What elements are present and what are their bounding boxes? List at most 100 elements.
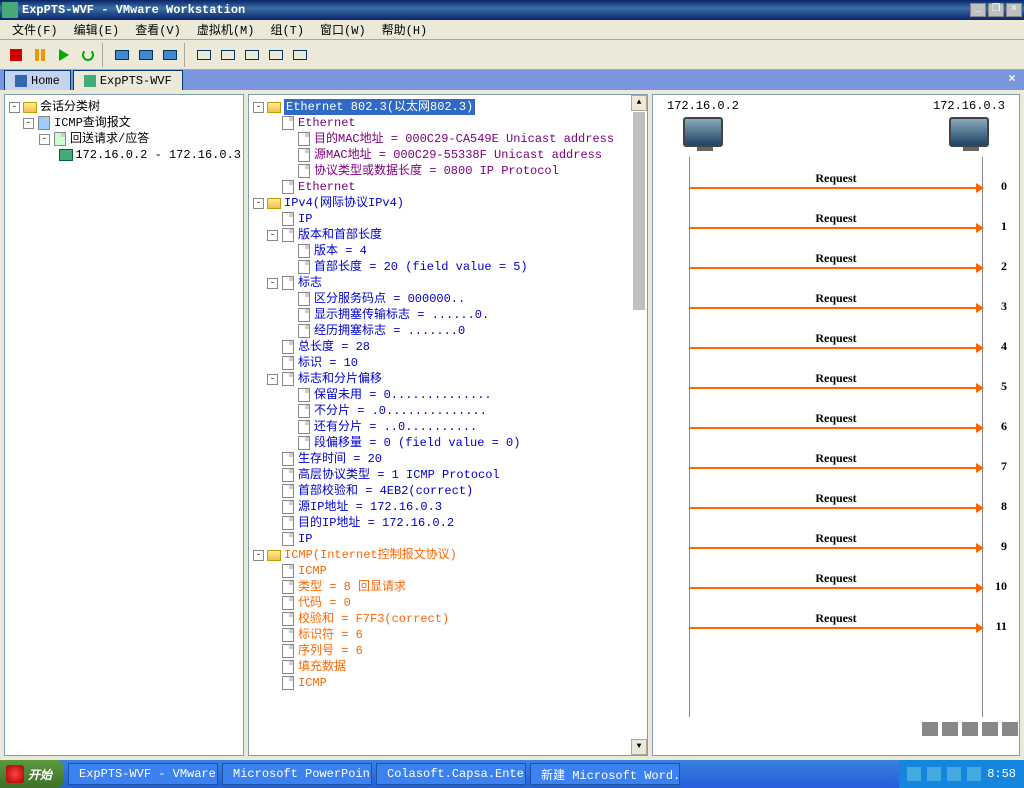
seq-arrow[interactable]: Request7 <box>689 467 983 469</box>
seq-arrow[interactable]: Request1 <box>689 227 983 229</box>
ver-hdrlen[interactable]: -版本和首部长度 <box>251 227 631 243</box>
tree-echo[interactable]: -回送请求/应答 <box>7 131 241 147</box>
upproto[interactable]: 高层协议类型 = 1 ICMP Protocol <box>251 467 631 483</box>
snapshot-button[interactable] <box>110 43 134 67</box>
ip-struct2[interactable]: IP <box>251 531 631 547</box>
tray-icon[interactable] <box>1002 722 1018 736</box>
hdrlen[interactable]: 首部长度 = 20 (field value = 5) <box>251 259 631 275</box>
stop-button[interactable] <box>4 43 28 67</box>
icmp-checksum[interactable]: 校验和 = F7F3(correct) <box>251 611 631 627</box>
expand-icon[interactable]: - <box>9 102 20 113</box>
ttl[interactable]: 生存时间 = 20 <box>251 451 631 467</box>
ecn1[interactable]: 显示拥塞传输标志 = ......0. <box>251 307 631 323</box>
seq-arrow[interactable]: Request5 <box>689 387 983 389</box>
tab-vm[interactable]: ExpPTS-WVF <box>73 70 183 90</box>
start-button[interactable]: 开始 <box>0 760 64 788</box>
icmp-struct[interactable]: ICMP <box>251 563 631 579</box>
scroll-up-icon[interactable]: ▲ <box>631 95 647 111</box>
eth-struct2[interactable]: Ethernet <box>251 179 631 195</box>
decode-scrollbar[interactable]: ▲ ▼ <box>631 95 647 755</box>
seq-arrow[interactable]: Request11 <box>689 627 983 629</box>
menu-vm[interactable]: 虚拟机(M) <box>189 19 263 40</box>
tray-icon[interactable] <box>942 722 958 736</box>
reserved[interactable]: 保留未用 = 0.............. <box>251 387 631 403</box>
icmp-seq[interactable]: 序列号 = 6 <box>251 643 631 659</box>
arrow-label: Request <box>815 371 856 386</box>
eth-section[interactable]: -Ethernet 802.3(以太网802.3) <box>251 99 631 115</box>
seq-arrow[interactable]: Request10 <box>689 587 983 589</box>
tray-icon[interactable] <box>922 722 938 736</box>
tab-home[interactable]: Home <box>4 70 71 90</box>
srcip[interactable]: 源IP地址 = 172.16.0.3 <box>251 499 631 515</box>
dst-mac[interactable]: 目的MAC地址 = 000C29-CA549E Unicast address <box>251 131 631 147</box>
seq-arrow[interactable]: Request2 <box>689 267 983 269</box>
expand-icon[interactable]: - <box>23 118 34 129</box>
seq-arrow[interactable]: Request4 <box>689 347 983 349</box>
checksum[interactable]: 首部校验和 = 4EB2(correct) <box>251 483 631 499</box>
revert-button[interactable] <box>158 43 182 67</box>
task-word[interactable]: 新建 Microsoft Word... <box>530 763 680 785</box>
icmp-payload[interactable]: 填充数据 <box>251 659 631 675</box>
icmp-section[interactable]: -ICMP(Internet控制报文协议) <box>251 547 631 563</box>
frag-flags[interactable]: -标志和分片偏移 <box>251 371 631 387</box>
eth-struct[interactable]: Ethernet <box>251 115 631 131</box>
tos-flags[interactable]: -标志 <box>251 275 631 291</box>
task-vmware[interactable]: ExpPTS-WVF - VMware... <box>68 763 218 785</box>
ipv4-section[interactable]: -IPv4(网际协议IPv4) <box>251 195 631 211</box>
icmp-id[interactable]: 标识符 = 6 <box>251 627 631 643</box>
nofrag[interactable]: 不分片 = .0.............. <box>251 403 631 419</box>
view2-button[interactable] <box>264 43 288 67</box>
tree-icmp[interactable]: -ICMP查询报文 <box>7 115 241 131</box>
tray-icon[interactable] <box>907 767 921 781</box>
icmp-code[interactable]: 代码 = 0 <box>251 595 631 611</box>
tree-root[interactable]: -会话分类树 <box>7 99 241 115</box>
clock[interactable]: 8:58 <box>987 767 1016 781</box>
task-powerpoint[interactable]: Microsoft PowerPoin... <box>222 763 372 785</box>
pause-button[interactable] <box>28 43 52 67</box>
src-mac[interactable]: 源MAC地址 = 000C29-55338F Unicast address <box>251 147 631 163</box>
seq-arrow[interactable]: Request8 <box>689 507 983 509</box>
seq-arrow[interactable]: Request0 <box>689 187 983 189</box>
maximize-button[interactable]: ❐ <box>988 3 1004 17</box>
expand-icon[interactable]: - <box>39 134 50 145</box>
icmp-struct2[interactable]: ICMP <box>251 675 631 691</box>
play-button[interactable] <box>52 43 76 67</box>
view1-button[interactable] <box>240 43 264 67</box>
tree-conversation[interactable]: 172.16.0.2 - 172.16.0.3 <box>7 147 241 163</box>
unity-button[interactable] <box>216 43 240 67</box>
tray-icon[interactable] <box>947 767 961 781</box>
menu-group[interactable]: 组(T) <box>262 19 312 40</box>
morefrag[interactable]: 还有分片 = ..0.......... <box>251 419 631 435</box>
seq-arrow[interactable]: Request6 <box>689 427 983 429</box>
fragoff[interactable]: 段偏移量 = 0 (field value = 0) <box>251 435 631 451</box>
menu-edit[interactable]: 编辑(E) <box>66 19 128 40</box>
close-button[interactable]: × <box>1006 3 1022 17</box>
dscp[interactable]: 区分服务码点 = 000000.. <box>251 291 631 307</box>
dstip[interactable]: 目的IP地址 = 172.16.0.2 <box>251 515 631 531</box>
task-colasoft[interactable]: Colasoft.Capsa.Ente... <box>376 763 526 785</box>
proto-type[interactable]: 协议类型或数据长度 = 0800 IP Protocol <box>251 163 631 179</box>
tray-icon[interactable] <box>982 722 998 736</box>
minimize-button[interactable]: _ <box>970 3 986 17</box>
scroll-down-icon[interactable]: ▼ <box>631 739 647 755</box>
fullscreen-button[interactable] <box>192 43 216 67</box>
snapshot-mgr-button[interactable] <box>134 43 158 67</box>
totlen[interactable]: 总长度 = 28 <box>251 339 631 355</box>
menu-file[interactable]: 文件(F) <box>4 19 66 40</box>
ip-struct[interactable]: IP <box>251 211 631 227</box>
seq-arrow[interactable]: Request9 <box>689 547 983 549</box>
version[interactable]: 版本 = 4 <box>251 243 631 259</box>
ident[interactable]: 标识 = 10 <box>251 355 631 371</box>
seq-arrow[interactable]: Request3 <box>689 307 983 309</box>
menu-help[interactable]: 帮助(H) <box>374 19 436 40</box>
tray-icon[interactable] <box>967 767 981 781</box>
view3-button[interactable] <box>288 43 312 67</box>
tray-icon[interactable] <box>962 722 978 736</box>
ecn2[interactable]: 经历拥塞标志 = .......0 <box>251 323 631 339</box>
tab-close-button[interactable]: × <box>1004 72 1020 86</box>
reset-button[interactable] <box>76 43 100 67</box>
tray-icon[interactable] <box>927 767 941 781</box>
menu-window[interactable]: 窗口(W) <box>312 19 374 40</box>
menu-view[interactable]: 查看(V) <box>127 19 189 40</box>
icmp-type[interactable]: 类型 = 8 回显请求 <box>251 579 631 595</box>
